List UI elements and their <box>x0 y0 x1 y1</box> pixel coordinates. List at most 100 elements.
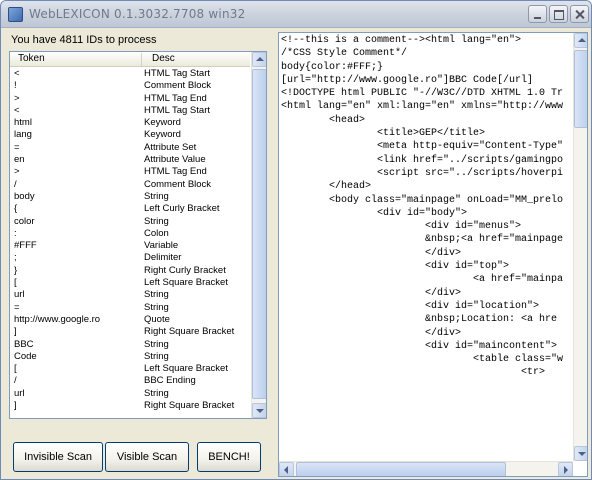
code-line: <div id="menus"> <box>281 221 522 233</box>
close-button[interactable] <box>570 5 589 23</box>
row-token: ] <box>14 400 17 412</box>
table-row[interactable]: < HTML Tag Start <box>10 105 250 117</box>
row-desc: Comment Block <box>144 178 212 190</box>
row-desc: Colon <box>144 227 169 239</box>
table-row[interactable]: html Keyword <box>10 117 250 129</box>
code-line: <script src="../scripts/hoverpi <box>281 167 564 179</box>
table-row[interactable]: url String <box>10 289 250 301</box>
row-token: { <box>14 203 18 215</box>
scroll-up-button[interactable] <box>252 52 266 67</box>
code-vscrollbar[interactable] <box>573 33 587 461</box>
row-desc: HTML Tag Start <box>144 68 210 79</box>
row-desc: String <box>144 338 169 350</box>
row-desc: String <box>144 350 169 362</box>
code-line: <head> <box>281 114 366 126</box>
row-desc: String <box>144 301 169 313</box>
table-row[interactable]: ; Delimiter <box>10 252 250 264</box>
code-scroll-up-button[interactable] <box>574 33 587 48</box>
table-row[interactable]: = Attribute Set <box>10 142 250 154</box>
code-line: <div id="top"> <box>281 261 510 273</box>
row-token: #FFF <box>14 240 37 252</box>
invisible-scan-button[interactable]: Invisible Scan <box>13 442 103 472</box>
row-token: < <box>14 104 20 116</box>
row-token: } <box>14 264 18 276</box>
table-row[interactable]: / BBC Ending <box>10 375 250 387</box>
code-line: <meta http-equiv="Content-Type" <box>281 141 564 153</box>
table-row[interactable]: {Left Curly Bracket <box>10 203 250 215</box>
table-row[interactable]: < HTML Tag Start <box>10 68 250 80</box>
row-desc: String <box>144 289 169 301</box>
table-row[interactable]: http://www.google.ro Quote <box>10 314 250 326</box>
row-token: lang <box>14 129 32 141</box>
code-scroll-down-button[interactable] <box>574 446 587 461</box>
arrow-left-icon <box>284 466 288 474</box>
table-row[interactable]: body String <box>10 191 250 203</box>
table-row[interactable]: = String <box>10 302 250 314</box>
code-hscroll-thumb[interactable] <box>296 462 506 476</box>
table-row[interactable]: > HTML Tag End <box>10 166 250 178</box>
table-row[interactable]: url String <box>10 388 250 400</box>
table-row[interactable]: ! Comment Block <box>10 80 250 92</box>
table-row[interactable]: BBC String <box>10 339 250 351</box>
code-viewer[interactable]: <!--this is a comment--><html lang="en">… <box>278 32 588 477</box>
row-token: : <box>14 227 17 239</box>
column-header-token[interactable]: Token <box>12 53 142 66</box>
code-line: </div> <box>281 247 462 259</box>
table-row[interactable]: lang Keyword <box>10 129 250 141</box>
column-header-desc[interactable]: Desc <box>144 53 175 66</box>
bench-button[interactable]: BENCH! <box>197 442 261 472</box>
row-token: ! <box>14 80 17 92</box>
table-row[interactable]: en Attribute Value <box>10 154 250 166</box>
table-row[interactable]: [Left Square Bracket <box>10 277 250 289</box>
arrow-up-icon <box>256 57 264 61</box>
arrow-down-icon <box>578 452 586 456</box>
row-desc: Quote <box>144 313 170 325</box>
code-line: </div> <box>281 287 462 299</box>
row-desc: String <box>144 190 169 202</box>
maximize-button[interactable] <box>549 5 568 23</box>
row-desc: Delimiter <box>144 252 182 264</box>
code-line: <link href="../scripts/gamingpo <box>281 154 564 166</box>
scroll-thumb[interactable] <box>252 69 266 399</box>
table-row[interactable]: [Left Square Bracket <box>10 363 250 375</box>
table-row[interactable]: > HTML Tag End <box>10 93 250 105</box>
minimize-button[interactable] <box>528 5 547 23</box>
table-row[interactable]: / Comment Block <box>10 179 250 191</box>
visible-scan-button[interactable]: Visible Scan <box>105 442 189 472</box>
row-token: [ <box>14 363 17 375</box>
title-bar[interactable]: WebLEXICON 0.1.3032.7708 win32 <box>1 1 591 28</box>
table-row[interactable]: } Right Curly Bracket <box>10 265 250 277</box>
scroll-right-button[interactable] <box>558 462 573 476</box>
table-row[interactable]: Code String <box>10 351 250 363</box>
code-line: </head> <box>281 181 372 193</box>
row-desc: Right Curly Bracket <box>144 264 226 276</box>
scroll-left-button[interactable] <box>279 462 294 476</box>
scroll-down-button[interactable] <box>252 403 266 418</box>
table-row[interactable]: color String <box>10 216 250 228</box>
token-list[interactable]: Token Desc < HTML Tag Start! Comment Block… <box>9 51 267 419</box>
row-token: / <box>14 178 17 190</box>
row-token: = <box>14 141 20 153</box>
row-token: > <box>14 92 20 104</box>
code-scroll-thumb[interactable] <box>574 50 587 128</box>
table-row[interactable]: ] Right Square Bracket <box>10 326 250 338</box>
code-line: <tr> <box>281 367 546 379</box>
code-line: </div> <box>281 327 462 339</box>
code-line: &nbsp;<a href="mainpage <box>281 234 564 246</box>
row-token: html <box>14 117 32 129</box>
row-token: > <box>14 166 20 178</box>
code-line: <div id="location"> <box>281 300 540 312</box>
code-hscrollbar[interactable] <box>279 461 573 476</box>
row-token: http://www.google.ro <box>14 313 101 325</box>
code-text[interactable]: <!--this is a comment--><html lang="en">… <box>281 34 573 461</box>
table-row[interactable]: ] Right Square Bracket <box>10 400 250 412</box>
row-token: Code <box>14 350 37 362</box>
token-list-vscrollbar[interactable] <box>251 52 266 418</box>
table-row[interactable]: #FFF Variable <box>10 240 250 252</box>
table-row[interactable]: : Colon <box>10 228 250 240</box>
window-title: WebLEXICON 0.1.3032.7708 win32 <box>29 7 246 21</box>
row-desc: Attribute Set <box>144 141 197 153</box>
code-line: &nbsp;Location: <a hre <box>281 314 558 326</box>
code-line: <!DOCTYPE html PUBLIC "-//W3C//DTD XHTML… <box>281 88 564 100</box>
row-desc: Comment Block <box>144 80 212 92</box>
